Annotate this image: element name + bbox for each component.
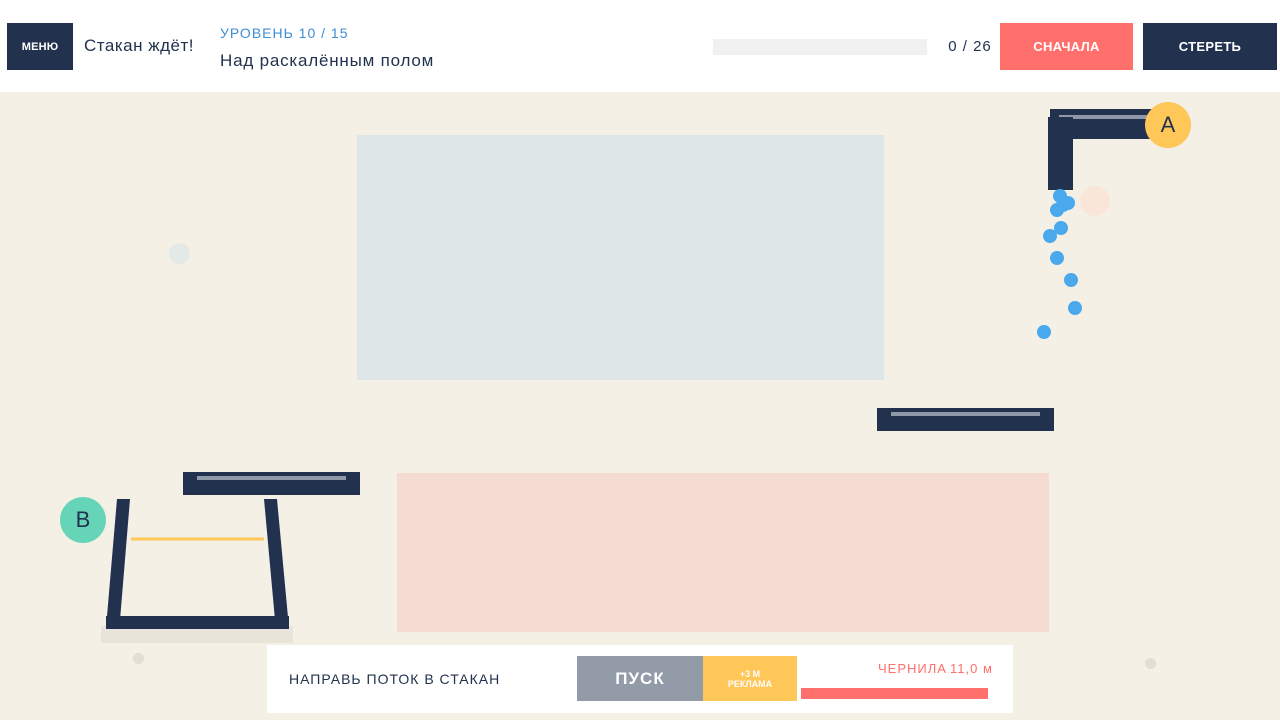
ink-bar-fill — [801, 688, 988, 699]
target-marker-b: B — [60, 497, 106, 543]
background-bubble — [1145, 658, 1156, 669]
top-bar: МЕНЮ Стакан ждёт! УРОВЕНЬ 10 / 15 Над ра… — [0, 0, 1280, 92]
ink-bar — [801, 688, 988, 699]
platform-right — [877, 408, 1054, 431]
background-bubble — [1080, 186, 1110, 216]
water-drop — [1050, 251, 1064, 265]
source-marker-a: A — [1145, 102, 1191, 148]
ad-bonus-button[interactable]: +3 М РЕКЛАМА — [703, 656, 797, 701]
menu-button[interactable]: МЕНЮ — [7, 23, 73, 70]
water-drop — [1050, 203, 1064, 217]
game-title: Стакан ждёт! — [84, 36, 194, 55]
water-drop — [1037, 325, 1051, 339]
water-drop — [1043, 229, 1057, 243]
drops-counter: 0 / 26 — [948, 38, 992, 55]
source-pipe-vertical — [1048, 117, 1073, 190]
cup-shadow — [101, 626, 293, 643]
hot-floor-zone — [397, 473, 1049, 632]
cup-left-wall — [106, 499, 130, 628]
erase-button[interactable]: СТЕРЕТЬ — [1143, 23, 1277, 70]
fill-progress-bar — [713, 39, 927, 55]
background-bubble — [133, 653, 144, 664]
water-drop — [1064, 273, 1078, 287]
ad-bonus-amount: +3 М — [739, 668, 761, 679]
water-drop — [1068, 301, 1082, 315]
no-draw-zone — [357, 135, 884, 380]
platform-left — [183, 472, 360, 495]
restart-button[interactable]: СНАЧАЛА — [1000, 23, 1133, 70]
level-indicator: УРОВЕНЬ 10 / 15 — [220, 25, 349, 41]
level-name: Над раскалённым полом — [220, 51, 435, 70]
background-bubble — [169, 243, 190, 264]
ink-label: ЧЕРНИЛА — [878, 661, 947, 676]
play-button[interactable]: ПУСК — [577, 656, 703, 701]
ink-value: 11,0 м — [950, 661, 993, 676]
bottom-panel: НАПРАВЬ ПОТОК В СТАКАН ПУСК +3 М РЕКЛАМА… — [267, 645, 1013, 713]
hint-text: НАПРАВЬ ПОТОК В СТАКАН — [289, 671, 501, 687]
cup-right-wall — [264, 499, 289, 628]
ad-bonus-label: РЕКЛАМА — [727, 678, 773, 689]
